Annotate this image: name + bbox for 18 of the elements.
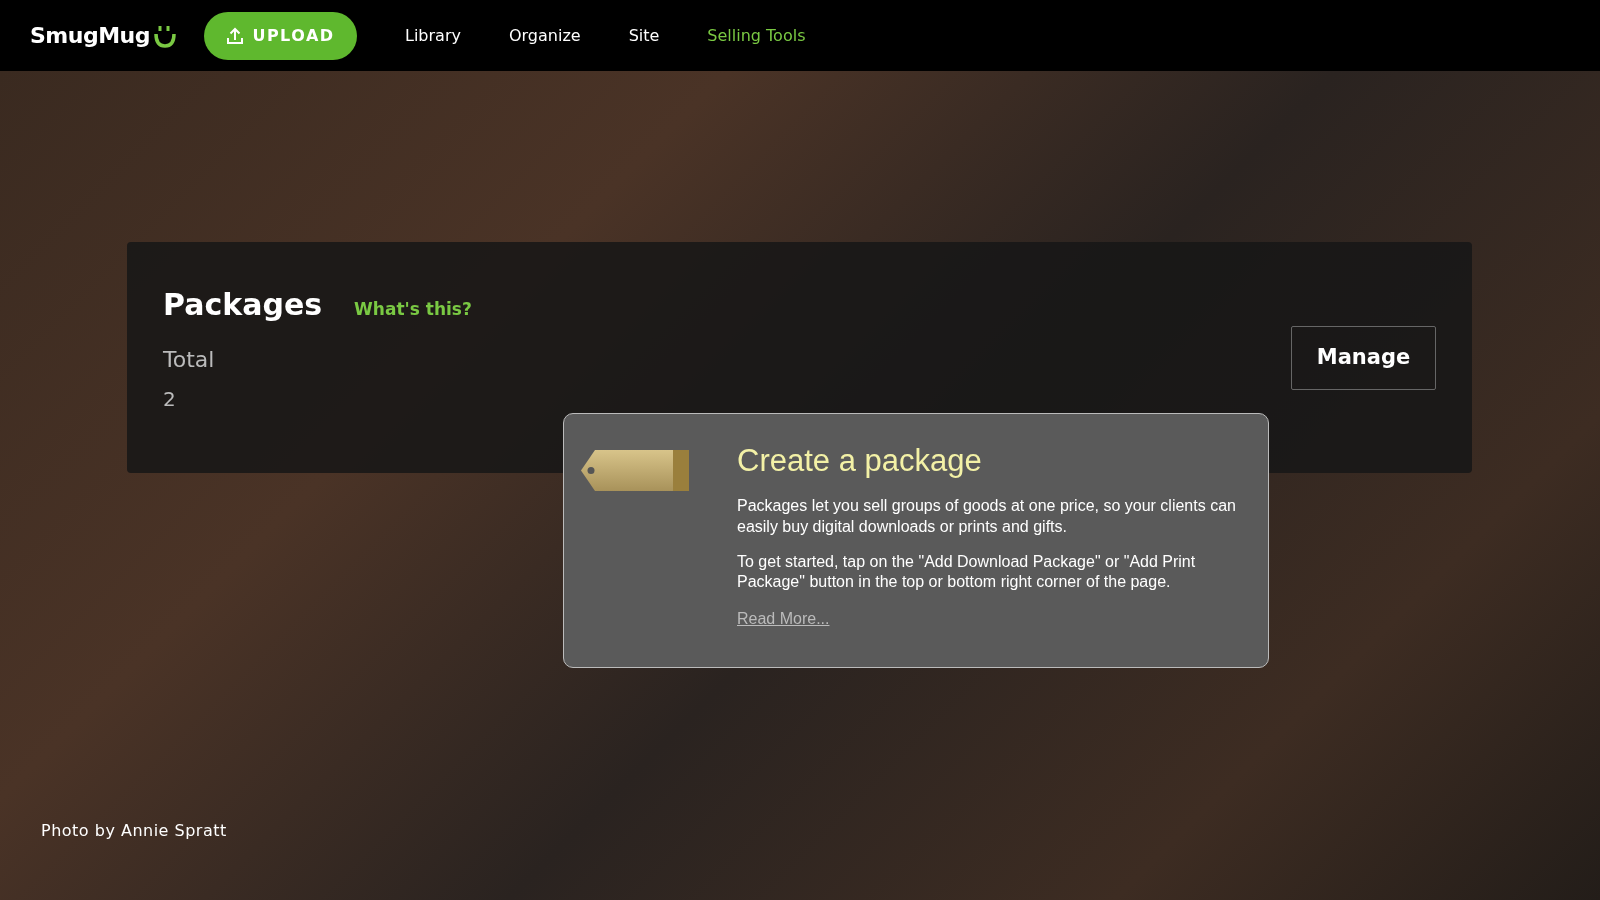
read-more-link[interactable]: Read More... [737,610,830,628]
manage-button[interactable]: Manage [1291,325,1436,390]
photo-credit: Photo by Annie Spratt [41,820,227,842]
logo-text[interactable]: SmugMug [30,19,150,52]
popup-title: Create a package [737,444,983,479]
nav-link[interactable]: Site [628,23,660,48]
popup-paragraph: To get started, tap on the "Add Download Package" or "Add Print Package" button in the top or bottom right corner of the page. [737,551,1197,593]
nav-link[interactable]: Library [405,23,461,48]
stat-label: Total [163,346,216,374]
smiley-logo-icon [154,23,176,48]
help-link[interactable]: What's this? [354,297,472,323]
stat-value: 2 [163,386,177,413]
upload-icon [226,26,245,45]
nav-link[interactable]: Selling Tools [707,23,806,48]
price-tag-icon [581,448,689,493]
panel-title: Packages [163,286,323,324]
nav-link[interactable]: Organize [508,23,581,48]
popup-paragraph: Packages let you sell groups of goods at one price, so your clients can easily buy digital downloads or prints and gifts. [737,496,1237,537]
